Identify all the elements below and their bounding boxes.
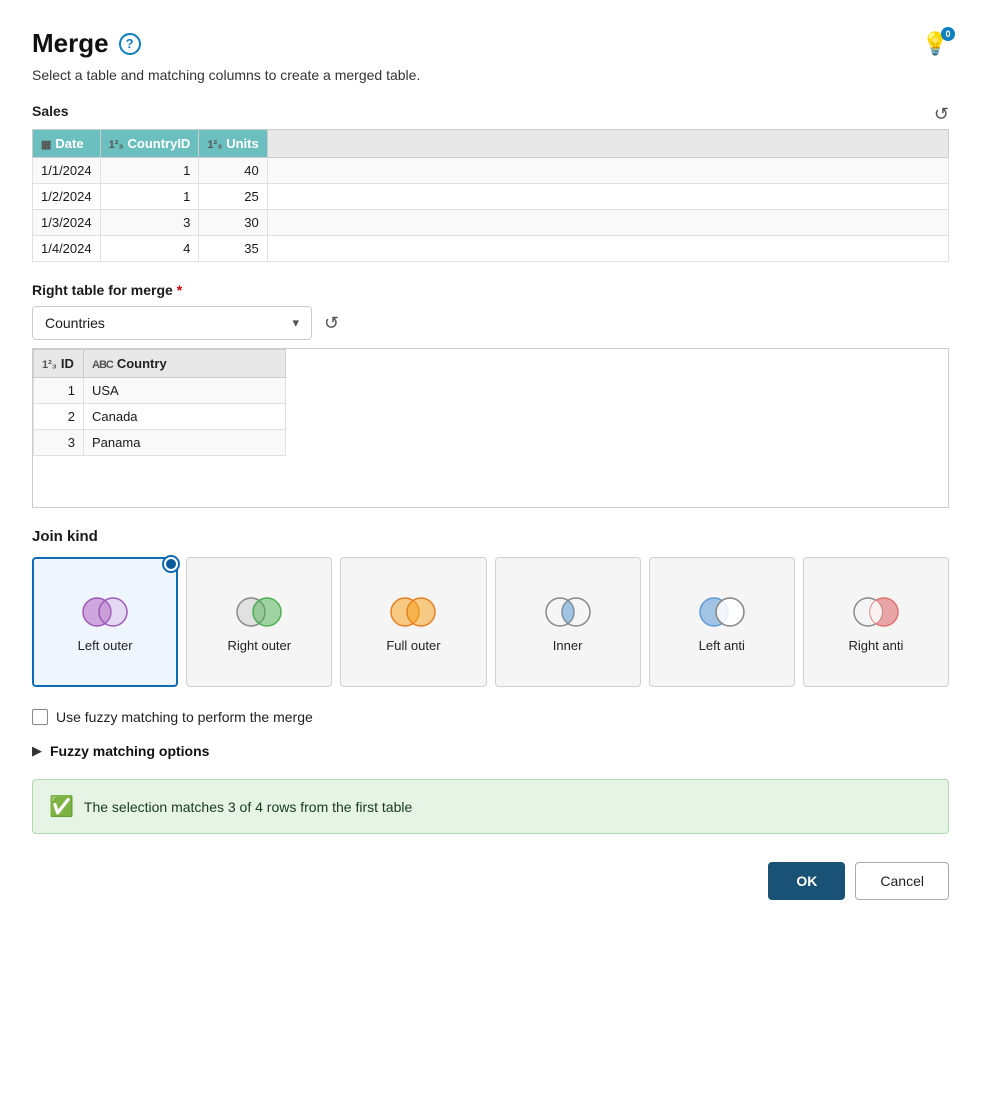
table-row: 1/1/2024 1 40 [33,158,949,184]
sales-table: ▦Date 1²₃CountryID 1²₃Units 1/1/2024 1 4… [32,129,949,262]
empty-cell [267,158,948,184]
join-card-label: Right anti [848,638,903,653]
id-cell: 1 [34,378,84,404]
sales-col-units[interactable]: 1²₃Units [199,130,267,158]
table-row: 1/4/2024 4 35 [33,236,949,262]
fuzzy-checkbox[interactable] [32,709,48,725]
sales-col-date[interactable]: ▦Date [33,130,101,158]
empty-cell [267,236,948,262]
sales-label: Sales [32,103,69,119]
join-card-label: Inner [553,638,583,653]
dropdown-row: Countries ▾ ↺ [32,306,949,340]
join-card-right-anti[interactable]: Right anti [803,557,949,687]
countries-table: 1²₃ID ABCCountry 1 USA 2 Canada 3 [33,349,286,456]
right-table-dropdown[interactable]: Countries ▾ [32,306,312,340]
id-cell: 2 [34,404,84,430]
id-cell: 3 [34,430,84,456]
date-cell: 1/2/2024 [33,184,101,210]
list-item: 1 USA [34,378,286,404]
fuzzy-matching-row: Use fuzzy matching to perform the merge [32,709,949,725]
right-table-section: Right table for merge * Countries ▾ ↺ 1²… [32,282,949,508]
units-cell: 40 [199,158,267,184]
units-cell: 30 [199,210,267,236]
radio-dot-inner [166,559,176,569]
join-card-label: Left outer [78,638,133,653]
table-row: 1/3/2024 3 30 [33,210,949,236]
venn-inner [540,594,596,630]
lightbulb-icon[interactable]: 💡0 [922,31,949,57]
ok-button[interactable]: OK [768,862,845,900]
success-banner: ✅ The selection matches 3 of 4 rows from… [32,779,949,834]
countries-col-country[interactable]: ABCCountry [84,350,286,378]
empty-cell [267,184,948,210]
venn-right-anti [848,594,904,630]
join-kind-label: Join kind [32,528,949,545]
header: Merge ? 💡0 [32,28,949,59]
country-cell: Panama [84,430,286,456]
123-icon-units: 1²₃ [207,139,222,151]
join-card-label: Right outer [228,638,292,653]
right-table-label: Right table for merge * [32,282,949,298]
abc-icon-country: ABC [92,359,113,371]
venn-left-anti [694,594,750,630]
cancel-button[interactable]: Cancel [855,862,949,900]
date-cell: 1/3/2024 [33,210,101,236]
lightbulb-badge: 0 [941,27,955,41]
join-kind-section: Join kind Left outer Right [32,528,949,687]
countryid-cell: 1 [100,184,199,210]
list-item: 2 Canada [34,404,286,430]
join-card-left-outer[interactable]: Left outer [32,557,178,687]
country-cell: USA [84,378,286,404]
radio-dot [162,555,180,573]
venn-right-outer [231,594,287,630]
date-cell: 1/1/2024 [33,158,101,184]
countryid-cell: 3 [100,210,199,236]
join-card-left-anti[interactable]: Left anti [649,557,795,687]
countries-container: 1²₃ID ABCCountry 1 USA 2 Canada 3 [32,348,949,508]
123-icon-countryid: 1²₃ [109,139,124,151]
table-row: 1/2/2024 1 25 [33,184,949,210]
dropdown-value: Countries [45,315,105,331]
units-cell: 35 [199,236,267,262]
join-cards: Left outer Right outer Full outer [32,557,949,687]
sales-header-row: Sales ↺ [32,103,949,125]
countryid-cell: 1 [100,158,199,184]
join-card-right-outer[interactable]: Right outer [186,557,332,687]
countryid-cell: 4 [100,236,199,262]
join-card-label: Left anti [699,638,745,653]
countries-col-id[interactable]: 1²₃ID [34,350,84,378]
fuzzy-label: Use fuzzy matching to perform the merge [56,709,313,725]
sales-col-countryid[interactable]: 1²₃CountryID [100,130,199,158]
sales-col-empty [267,130,948,158]
join-card-label: Full outer [386,638,440,653]
join-card-inner[interactable]: Inner [495,557,641,687]
units-cell: 25 [199,184,267,210]
fuzzy-options-label: Fuzzy matching options [50,743,209,759]
success-message: The selection matches 3 of 4 rows from t… [84,799,412,815]
date-cell: 1/4/2024 [33,236,101,262]
refresh-icon[interactable]: ↺ [934,104,949,125]
calendar-icon: ▦ [41,139,51,151]
title-area: Merge ? [32,28,141,59]
page-title: Merge [32,28,109,59]
chevron-right-icon: ▶ [32,743,42,759]
venn-full-outer [385,594,441,630]
fuzzy-options-row[interactable]: ▶ Fuzzy matching options [32,743,949,759]
empty-cell [267,210,948,236]
venn-left-outer [77,594,133,630]
list-item: 3 Panama [34,430,286,456]
refresh-icon-2[interactable]: ↺ [324,313,339,334]
required-star: * [177,282,182,298]
country-cell: Canada [84,404,286,430]
123-icon-id: 1²₃ [42,359,57,371]
help-icon[interactable]: ? [119,33,141,55]
chevron-down-icon: ▾ [292,315,299,331]
sales-section: Sales ↺ ▦Date 1²₃CountryID 1²₃Units 1/1/… [32,103,949,262]
success-check-icon: ✅ [49,794,74,819]
join-card-full-outer[interactable]: Full outer [340,557,486,687]
subtitle: Select a table and matching columns to c… [32,67,949,83]
footer-buttons: OK Cancel [32,862,949,900]
